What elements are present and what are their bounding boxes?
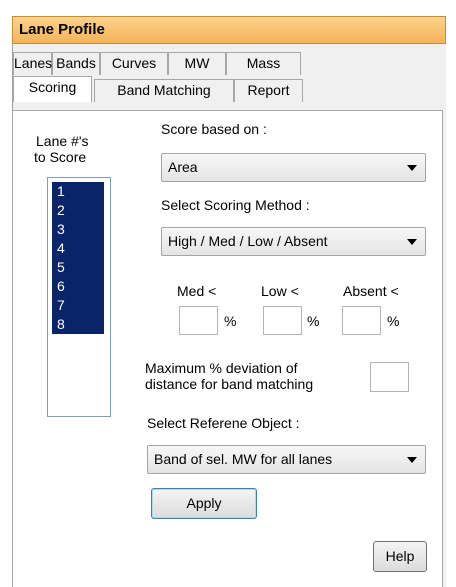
tab-mass[interactable]: Mass	[226, 52, 301, 75]
lane-item-1[interactable]: 1	[52, 182, 104, 201]
lanes-listbox[interactable]: 1 2 3 4 5 6 7 8	[47, 177, 111, 417]
window-title: Lane Profile	[12, 16, 446, 44]
score-based-on-label: Score based on :	[161, 121, 267, 137]
low-threshold-label: Low <	[261, 283, 299, 299]
deviation-input[interactable]	[370, 362, 409, 392]
lanes-to-score-label-line2: to Score	[34, 149, 87, 165]
chevron-down-icon	[407, 165, 417, 171]
lane-item-4[interactable]: 4	[52, 239, 104, 258]
lane-item-7[interactable]: 7	[52, 296, 104, 315]
scoring-method-value: High / Med / Low / Absent	[168, 233, 328, 249]
lane-item-5[interactable]: 5	[52, 258, 104, 277]
med-threshold-input[interactable]	[179, 306, 218, 335]
tab-band-matching[interactable]: Band Matching	[94, 79, 234, 102]
reference-object-value: Band of sel. MW for all lanes	[154, 451, 333, 467]
deviation-label-line2: distance for band matching	[145, 376, 314, 392]
reference-object-label: Select Referene Object :	[147, 415, 300, 431]
scoring-method-label: Select Scoring Method :	[161, 197, 310, 213]
tab-report[interactable]: Report	[234, 79, 303, 102]
absent-threshold-input[interactable]	[342, 306, 381, 335]
scoring-tab-page: Lane #'s to Score 1 2 3 4 5 6 7 8 Score …	[12, 110, 443, 587]
help-button[interactable]: Help	[373, 541, 427, 572]
absent-percent-label: %	[387, 313, 400, 329]
lane-item-8[interactable]: 8	[52, 315, 104, 334]
chevron-down-icon	[407, 239, 417, 245]
absent-threshold-label: Absent <	[343, 283, 399, 299]
deviation-label-line1: Maximum % deviation of	[145, 360, 298, 376]
lane-item-3[interactable]: 3	[52, 220, 104, 239]
tab-mw[interactable]: MW	[168, 52, 226, 75]
low-percent-label: %	[307, 313, 320, 329]
tab-scoring[interactable]: Scoring	[13, 76, 92, 102]
med-threshold-label: Med <	[177, 283, 217, 299]
scoring-method-dropdown[interactable]: High / Med / Low / Absent	[161, 227, 426, 256]
reference-object-dropdown[interactable]: Band of sel. MW for all lanes	[147, 445, 426, 474]
tab-curves[interactable]: Curves	[100, 52, 168, 75]
lanes-to-score-label-line1: Lane #'s	[36, 133, 89, 149]
low-threshold-input[interactable]	[263, 306, 302, 335]
apply-button[interactable]: Apply	[151, 488, 257, 519]
med-percent-label: %	[224, 313, 237, 329]
lane-item-2[interactable]: 2	[52, 201, 104, 220]
tab-lanes[interactable]: Lanes	[13, 52, 52, 75]
score-based-on-value: Area	[168, 159, 198, 175]
score-based-on-dropdown[interactable]: Area	[161, 153, 426, 182]
chevron-down-icon	[407, 457, 417, 463]
lane-item-6[interactable]: 6	[52, 277, 104, 296]
tab-bands[interactable]: Bands	[52, 52, 100, 75]
